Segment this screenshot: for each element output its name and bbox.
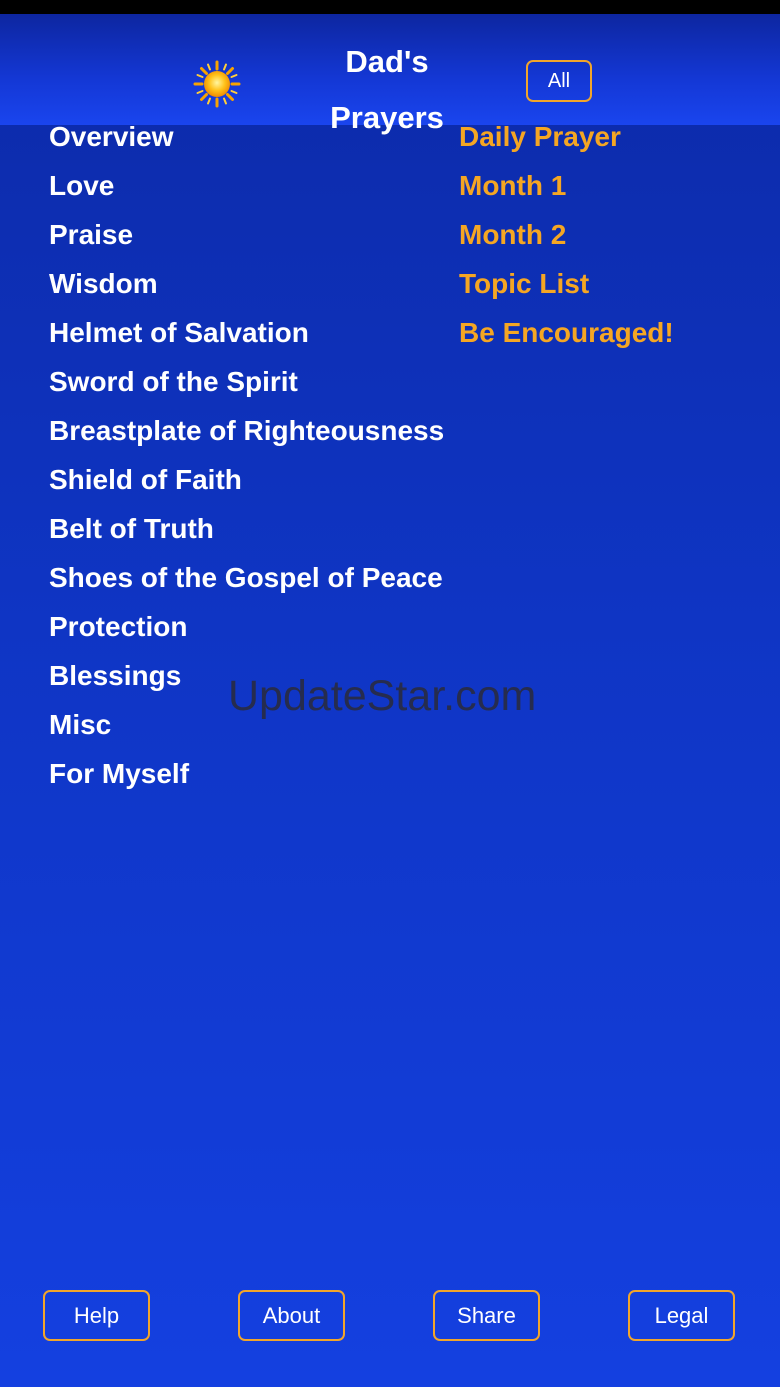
topic-item-praise[interactable]: Praise: [49, 221, 444, 271]
topic-item-belt-of-truth[interactable]: Belt of Truth: [49, 515, 444, 565]
legal-button[interactable]: Legal: [628, 1290, 735, 1341]
link-list: Daily Prayer Month 1 Month 2 Topic List …: [459, 123, 674, 369]
topic-item-overview[interactable]: Overview: [49, 123, 444, 173]
app-title-line1: Dad's: [345, 44, 429, 79]
topic-item-for-myself[interactable]: For Myself: [49, 760, 444, 810]
sun-icon: [193, 60, 241, 108]
watermark: UpdateStar.com: [228, 672, 537, 720]
topic-item-love[interactable]: Love: [49, 172, 444, 222]
help-button[interactable]: Help: [43, 1290, 150, 1341]
share-button[interactable]: Share: [433, 1290, 540, 1341]
link-be-encouraged[interactable]: Be Encouraged!: [459, 319, 674, 369]
topic-item-sword-of-the-spirit[interactable]: Sword of the Spirit: [49, 368, 444, 418]
all-button[interactable]: All: [526, 60, 592, 102]
link-topic-list[interactable]: Topic List: [459, 270, 674, 320]
topic-item-shoes-of-the-gospel-of-peace[interactable]: Shoes of the Gospel of Peace: [49, 564, 444, 614]
link-month-1[interactable]: Month 1: [459, 172, 674, 222]
about-button[interactable]: About: [238, 1290, 345, 1341]
topic-item-breastplate-of-righteousness[interactable]: Breastplate of Righteousness: [49, 417, 444, 467]
topic-item-helmet-of-salvation[interactable]: Helmet of Salvation: [49, 319, 444, 369]
topic-item-shield-of-faith[interactable]: Shield of Faith: [49, 466, 444, 516]
window-top-bar: [0, 0, 780, 14]
topic-item-protection[interactable]: Protection: [49, 613, 444, 663]
link-month-2[interactable]: Month 2: [459, 221, 674, 271]
link-daily-prayer[interactable]: Daily Prayer: [459, 123, 674, 173]
app-header: Dad's Prayers All: [0, 14, 780, 135]
topic-item-wisdom[interactable]: Wisdom: [49, 270, 444, 320]
